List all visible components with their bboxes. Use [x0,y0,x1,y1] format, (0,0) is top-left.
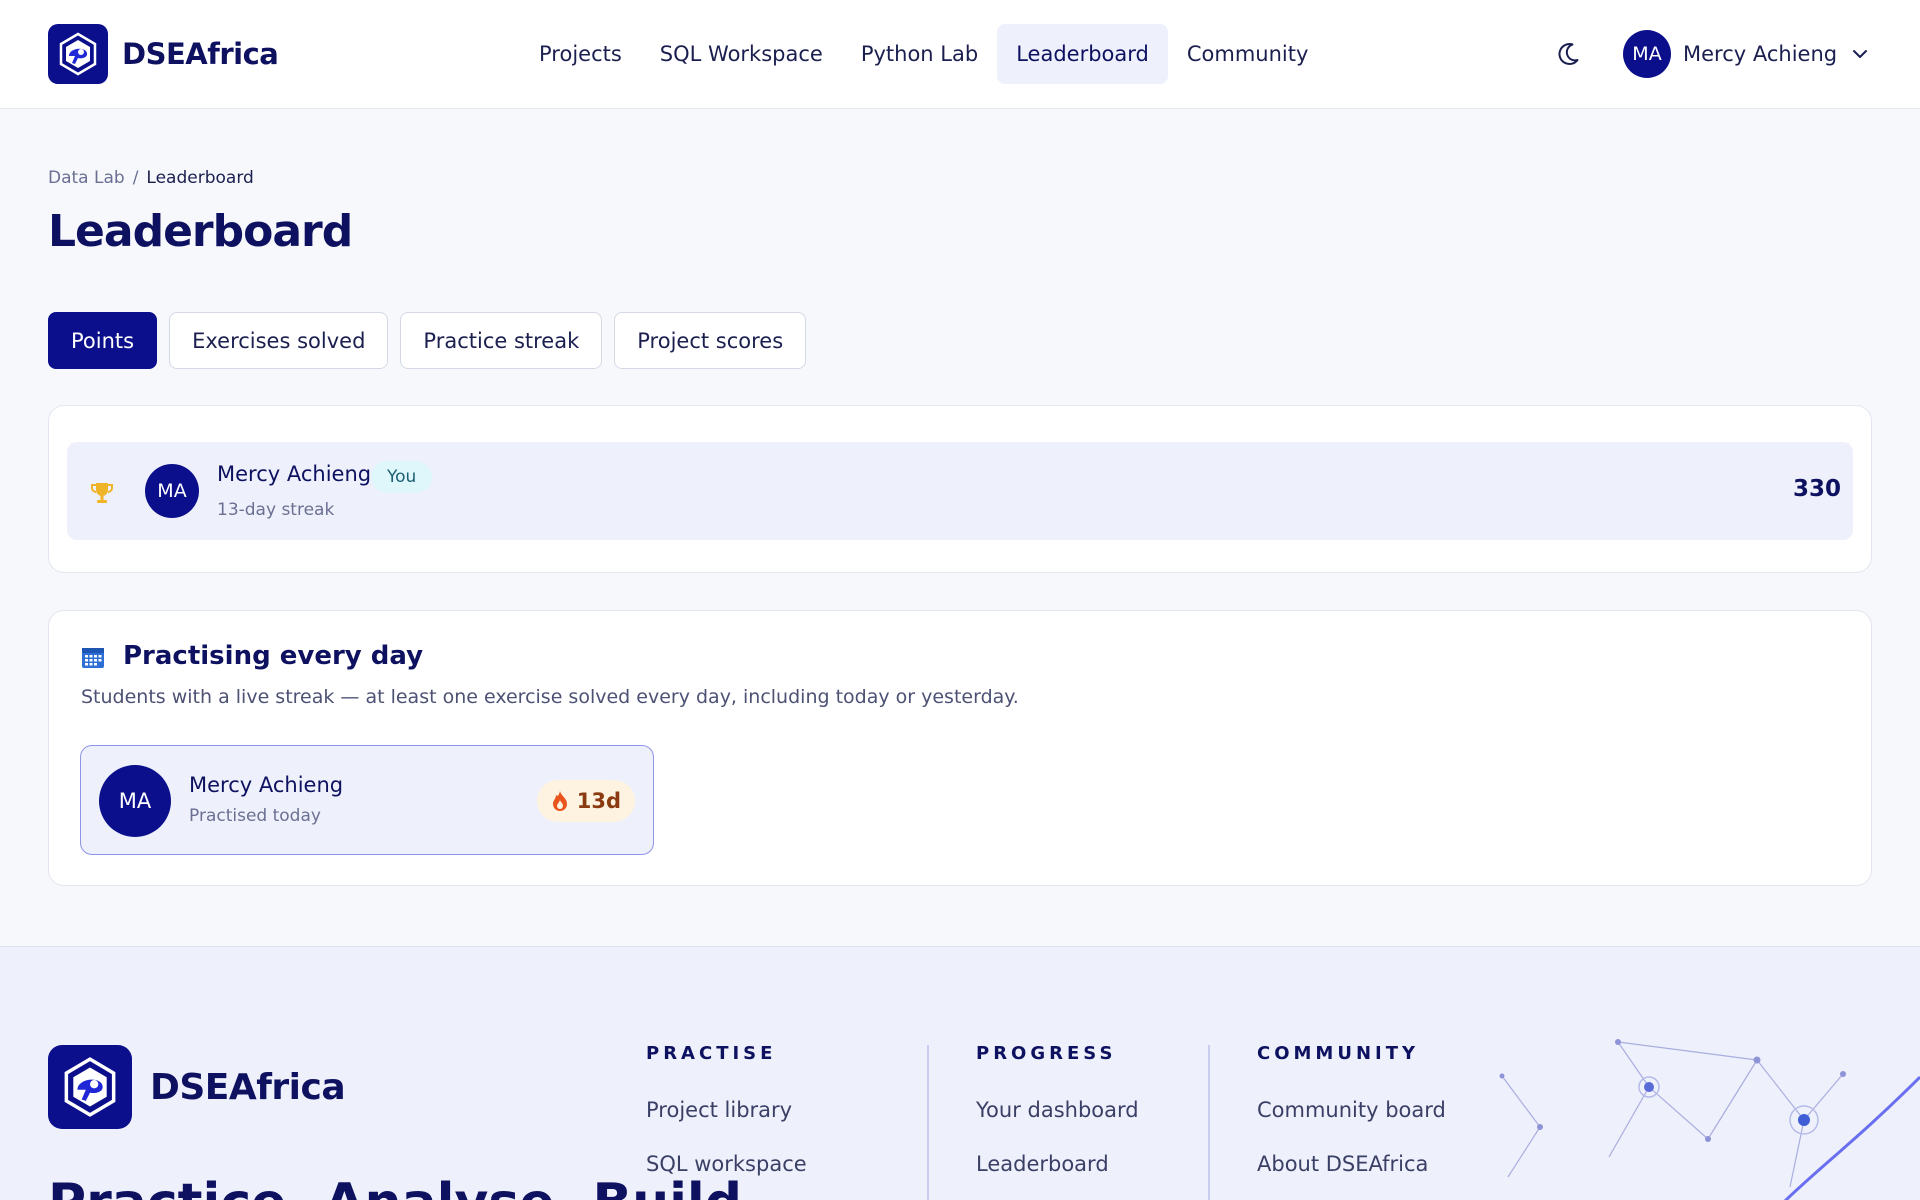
brand-logo-icon [48,24,108,84]
streak-badge: 13d [536,780,635,822]
leaderboard-card: MA Mercy Achieng You 13-day streak 330 [48,405,1872,573]
footer-heading: PRACTISE [646,1043,777,1064]
streak-days: 13d [576,789,621,813]
moon-icon [1558,43,1579,65]
nav-community[interactable]: Community [1168,24,1328,84]
theme-toggle-button[interactable] [1552,38,1584,70]
network-decoration-icon [1499,1039,1920,1200]
footer-link-leaderboard[interactable]: Leaderboard [976,1152,1139,1176]
avatar: MA [1623,30,1671,78]
streak-student-card[interactable]: MA Mercy Achieng Practised today 13d [80,745,654,855]
calendar-icon [82,648,104,668]
footer-link-sql-workspace[interactable]: SQL workspace [646,1152,807,1176]
footer-heading: PROGRESS [976,1043,1117,1064]
avatar: MA [99,765,171,837]
nav-sql-workspace[interactable]: SQL Workspace [641,24,842,84]
footer-heading: COMMUNITY [1257,1043,1420,1064]
streak-subtitle: 13-day streak [217,500,335,520]
breadcrumb: Data Lab / Leaderboard [48,168,254,188]
practising-every-day-card: Practising every day Students with a liv… [48,610,1872,886]
footer-divider [927,1045,929,1200]
footer-link-project-library[interactable]: Project library [646,1098,807,1122]
user-name: Mercy Achieng [1683,42,1838,66]
points-value: 330 [1792,476,1841,502]
leaderboard-tabs: Points Exercises solved Practice streak … [48,312,807,369]
leaderboard-row[interactable]: MA Mercy Achieng You 13-day streak 330 [67,442,1853,540]
footer-tagline: Practice. Analyse. Build. [48,1173,762,1200]
tab-points[interactable]: Points [48,312,158,369]
section-description: Students with a live streak — at least o… [81,686,1019,708]
footer-brand-name: DSEAfrica [150,1066,346,1108]
practised-status: Practised today [189,806,321,826]
footer-divider [1208,1045,1210,1200]
user-menu-button[interactable]: MA Mercy Achieng [1623,29,1869,79]
avatar: MA [145,464,199,518]
tab-practice-streak[interactable]: Practice streak [400,312,603,369]
footer-column-practise: PRACTISE Project library SQL workspace [646,1043,807,1176]
brand-home-link[interactable]: DSEAfrica [48,24,279,84]
footer-brand-link[interactable]: DSEAfrica [48,1045,346,1129]
tab-project-scores[interactable]: Project scores [614,312,807,369]
breadcrumb-separator: / [132,168,139,188]
nav-projects[interactable]: Projects [520,24,641,84]
footer-column-progress: PROGRESS Your dashboard Leaderboard [976,1043,1139,1176]
footer: DSEAfrica Practice. Analyse. Build. PRAC… [0,946,1920,1200]
brand-name: DSEAfrica [122,37,279,71]
student-name: Mercy Achieng [217,462,372,486]
footer-link-dashboard[interactable]: Your dashboard [976,1098,1139,1122]
tab-exercises-solved[interactable]: Exercises solved [169,312,389,369]
chevron-down-icon [1853,50,1868,58]
nav-leaderboard[interactable]: Leaderboard [997,24,1168,84]
nav-python-lab[interactable]: Python Lab [842,24,997,84]
breadcrumb-data-lab[interactable]: Data Lab [48,168,125,188]
flame-icon [552,791,567,811]
brand-logo-icon [48,1045,132,1129]
top-navigation-bar: DSEAfrica Projects SQL Workspace Python … [0,0,1920,109]
breadcrumb-current: Leaderboard [146,168,254,188]
footer-link-community-board[interactable]: Community board [1257,1098,1446,1122]
main-nav: Projects SQL Workspace Python Lab Leader… [520,24,1327,84]
footer-column-community: COMMUNITY Community board About DSEAfric… [1257,1043,1446,1176]
you-badge: You [371,461,433,493]
page-title: Leaderboard [48,206,353,257]
section-title: Practising every day [123,641,424,671]
footer-link-about[interactable]: About DSEAfrica [1257,1152,1446,1176]
trophy-icon [91,483,113,503]
student-name: Mercy Achieng [189,773,344,797]
